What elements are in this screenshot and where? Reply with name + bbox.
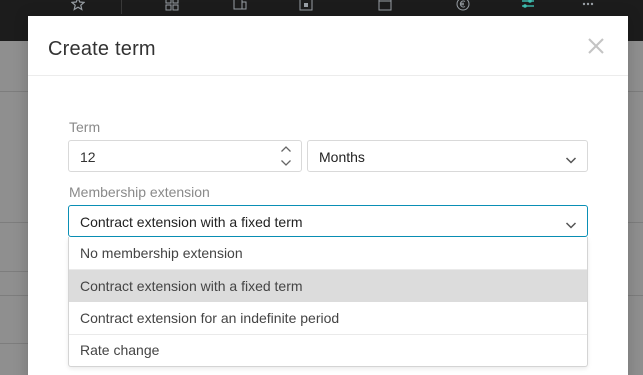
- grid-icon[interactable]: [164, 0, 180, 12]
- term-value: 12: [80, 149, 96, 165]
- dropdown-option[interactable]: Rate change: [69, 334, 587, 366]
- dropdown-option-highlighted[interactable]: Contract extension with a fixed term: [69, 270, 587, 302]
- term-unit-select[interactable]: Months: [307, 140, 588, 172]
- membership-extension-dropdown: No membership extension Contract extensi…: [68, 237, 588, 367]
- bg-divider: [0, 295, 28, 296]
- star-icon[interactable]: [70, 0, 86, 12]
- bg-divider: [0, 222, 28, 223]
- membership-extension-value: Contract extension with a fixed term: [80, 214, 303, 230]
- sliders-icon[interactable]: [520, 0, 536, 12]
- bg-divider: [628, 295, 643, 296]
- close-icon[interactable]: [587, 37, 607, 57]
- chevron-down-icon[interactable]: [279, 157, 293, 169]
- membership-extension-label: Membership extension: [69, 184, 210, 200]
- bg-divider: [0, 343, 28, 344]
- devices-icon[interactable]: [232, 0, 248, 12]
- more-icon[interactable]: [580, 0, 596, 12]
- calendar-icon[interactable]: [298, 0, 314, 12]
- dialog-header: Create term: [28, 16, 628, 76]
- dropdown-option[interactable]: Contract extension for an indefinite per…: [69, 302, 587, 334]
- nav-divider: [121, 0, 122, 14]
- euro-icon[interactable]: [455, 0, 471, 12]
- create-term-dialog: Create term Term 12 Months Membership ex…: [28, 16, 628, 375]
- membership-extension-select[interactable]: Contract extension with a fixed term: [68, 205, 588, 237]
- term-label: Term: [69, 119, 101, 135]
- bg-divider: [0, 91, 28, 92]
- bg-divider: [0, 271, 28, 272]
- chevron-down-icon: [565, 217, 577, 229]
- dropdown-option[interactable]: No membership extension: [69, 237, 587, 269]
- bg-divider: [628, 91, 643, 92]
- bg-divider: [628, 222, 643, 223]
- term-unit-value: Months: [319, 149, 365, 165]
- chevron-down-icon: [565, 152, 577, 164]
- window-icon[interactable]: [377, 0, 393, 12]
- dialog-title: Create term: [48, 38, 156, 60]
- chevron-up-icon[interactable]: [279, 143, 293, 155]
- term-number-input[interactable]: 12: [68, 140, 302, 172]
